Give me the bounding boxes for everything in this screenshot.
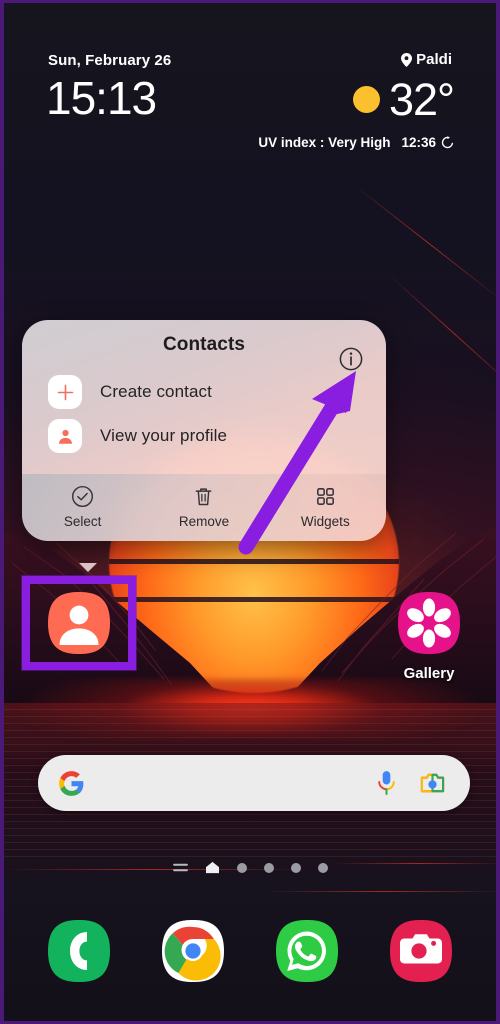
dock (4, 918, 496, 1008)
action-widgets[interactable]: Widgets (265, 484, 386, 529)
info-icon[interactable] (338, 346, 364, 372)
page-indicator (4, 861, 496, 874)
plus-icon (48, 375, 82, 409)
widget-location-label: Paldi (416, 51, 452, 68)
google-search-bar[interactable] (38, 755, 470, 811)
widget-location: Paldi (401, 51, 452, 68)
location-pin-icon (401, 52, 413, 67)
widget-uv-row: UV index : Very High 12:36 (258, 135, 454, 150)
phone-screen: Sun, February 26 15:13 Paldi 32° UV inde… (0, 0, 500, 1024)
trash-icon (196, 488, 212, 506)
app-longpress-popup[interactable]: Contacts Create contact View your profil… (22, 320, 386, 541)
page-dot[interactable] (290, 862, 301, 873)
page-dot[interactable] (263, 862, 274, 873)
menu-item-view-your-profile[interactable]: View your profile (22, 414, 386, 458)
page-dot[interactable] (236, 862, 247, 873)
action-select[interactable]: Select (22, 484, 143, 529)
google-g-icon (59, 770, 84, 796)
widget-refresh-time: 12:36 (401, 135, 436, 150)
popup-title: Contacts (162, 334, 246, 355)
menu-item-create-contact[interactable]: Create contact (22, 370, 386, 414)
chrome-icon (162, 920, 224, 982)
home-page-icon[interactable] (205, 861, 220, 874)
microphone-icon[interactable] (376, 770, 397, 797)
wallpaper-red-streak (264, 891, 496, 892)
page-dot[interactable] (317, 862, 328, 873)
dock-app-chrome[interactable] (156, 918, 230, 984)
action-label: Remove (178, 514, 230, 529)
action-label: Widgets (300, 514, 350, 529)
app-label: Gallery (403, 665, 455, 682)
dock-app-whatsapp[interactable] (270, 918, 344, 984)
menu-item-label: View your profile (100, 426, 228, 445)
action-label: Select (63, 514, 102, 529)
sun-icon (352, 86, 380, 113)
refresh-icon[interactable] (441, 136, 454, 149)
widget-date: Sun, February 26 (48, 52, 172, 69)
app-list-icon[interactable] (172, 862, 188, 873)
menu-item-label: Create contact (100, 382, 212, 401)
widget-uv-index: UV index : Very High (258, 135, 391, 150)
widget-temperature: 32° (388, 74, 455, 125)
person-icon (48, 419, 82, 453)
check-circle-icon (72, 485, 94, 508)
contacts-icon (48, 592, 110, 654)
camera-icon (390, 920, 452, 982)
popup-upper-section: Contacts Create contact View your profil… (22, 320, 386, 474)
google-lens-camera-icon[interactable] (419, 771, 446, 796)
widget-refresh-group[interactable]: 12:36 (401, 135, 454, 150)
clock-weather-widget[interactable]: Sun, February 26 15:13 Paldi 32° UV inde… (4, 39, 496, 169)
gallery-icon (398, 592, 460, 654)
popup-action-bar: Select Remove Widgets (22, 474, 386, 541)
action-remove[interactable]: Remove (143, 484, 264, 529)
grid-squares-icon (316, 488, 334, 505)
widget-clock: 15:13 (46, 72, 157, 124)
app-icon-contacts[interactable] (36, 590, 122, 665)
dock-app-camera[interactable] (384, 918, 458, 984)
app-icon-gallery[interactable]: Gallery (386, 590, 472, 682)
phone-icon (48, 920, 110, 982)
whatsapp-icon (276, 920, 338, 982)
popup-pointer-tail (79, 563, 97, 572)
dock-app-phone[interactable] (42, 918, 116, 984)
widget-temperature-row: 32° (352, 74, 455, 125)
